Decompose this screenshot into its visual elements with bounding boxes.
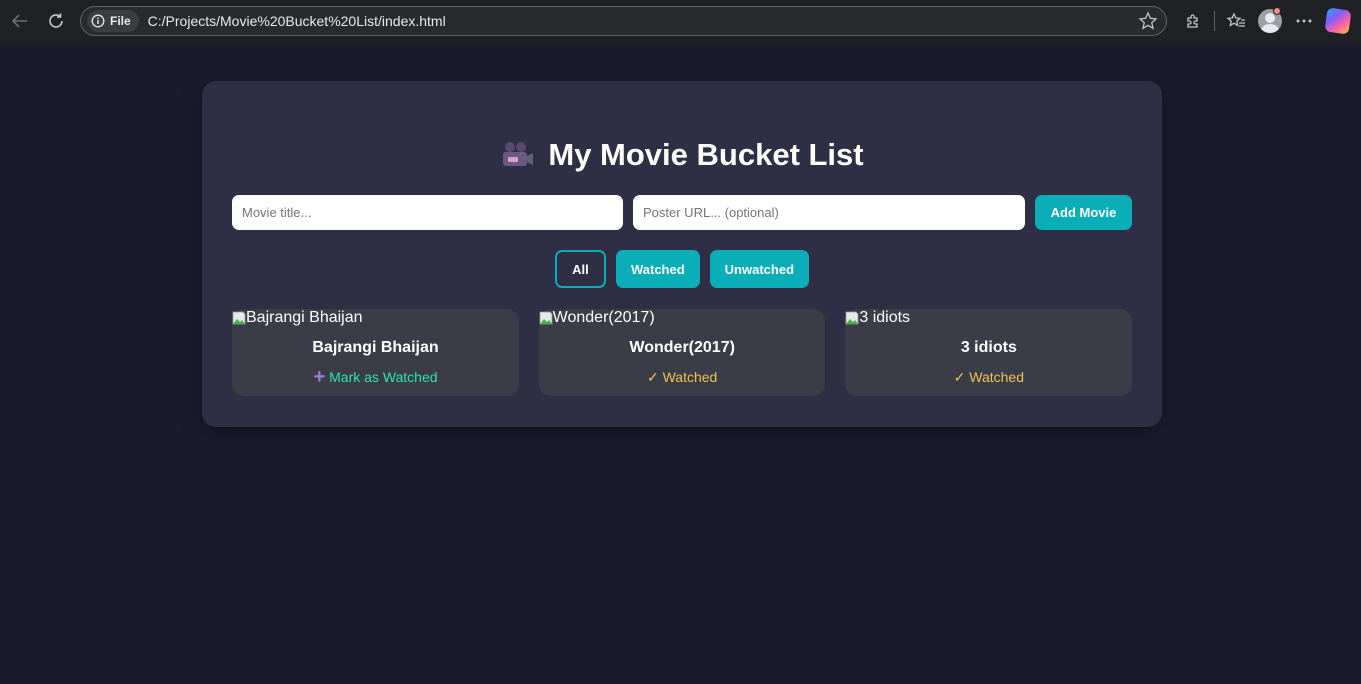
app-container: My Movie Bucket List Add Movie All Watch… — [202, 81, 1162, 427]
back-arrow-icon — [11, 14, 27, 28]
movie-card: Wonder(2017) Wonder(2017) ✓ Watched — [538, 309, 826, 396]
site-info-chip[interactable]: File — [87, 10, 139, 32]
status-label: ✓ Watched — [646, 369, 718, 385]
url-text: C:/Projects/Movie%20Bucket%20List/index.… — [147, 13, 446, 29]
status-label: Mark as Watched — [329, 369, 438, 385]
movie-title: Bajrangi Bhaijan — [312, 339, 439, 356]
mark-watched-button[interactable]: + Mark as Watched — [232, 366, 519, 388]
movie-poster: 3 idiots — [845, 309, 910, 327]
address-bar[interactable]: File C:/Projects/Movie%20Bucket%20List/i… — [80, 6, 1167, 36]
back-button[interactable] — [2, 3, 38, 39]
movie-card: 3 idiots 3 idiots ✓ Watched — [845, 309, 1133, 396]
favorite-star-button[interactable] — [1138, 11, 1158, 36]
movie-card: Bajrangi Bhaijan Bajrangi Bhaijan + Mark… — [232, 309, 519, 396]
favorites-button[interactable] — [1219, 4, 1253, 38]
broken-image-icon — [539, 311, 553, 325]
info-icon — [91, 14, 105, 28]
filter-bar: All Watched Unwatched — [202, 250, 1162, 288]
toolbar-divider — [1214, 11, 1215, 31]
page-title: My Movie Bucket List — [548, 137, 864, 172]
header: My Movie Bucket List — [202, 137, 1162, 173]
movie-title-input[interactable] — [232, 195, 623, 230]
filter-all-button[interactable]: All — [554, 250, 606, 288]
site-chip-label: File — [110, 14, 131, 28]
extensions-button[interactable] — [1176, 4, 1210, 38]
movie-camera-icon — [503, 142, 534, 166]
add-movie-button[interactable]: Add Movie — [1035, 195, 1132, 230]
favorites-list-icon — [1226, 12, 1245, 27]
broken-image-icon — [845, 311, 859, 325]
watched-toggle[interactable]: ✓ Watched — [539, 369, 826, 386]
add-movie-form: Add Movie — [232, 195, 1132, 230]
movie-poster: Bajrangi Bhaijan — [232, 309, 363, 327]
poster-url-input[interactable] — [633, 195, 1025, 230]
star-icon — [1138, 11, 1158, 30]
page-viewport: My Movie Bucket List Add Movie All Watch… — [3, 42, 1358, 684]
broken-image-icon — [232, 311, 246, 325]
movie-list: Bajrangi Bhaijan Bajrangi Bhaijan + Mark… — [232, 309, 1133, 396]
more-dots-icon — [1296, 19, 1312, 23]
notification-dot — [1273, 7, 1281, 15]
filter-unwatched-button[interactable]: Unwatched — [709, 250, 810, 288]
more-menu-button[interactable] — [1287, 4, 1321, 38]
watched-toggle[interactable]: ✓ Watched — [845, 369, 1132, 386]
copilot-button[interactable] — [1321, 4, 1355, 38]
movie-title: 3 idiots — [960, 339, 1017, 356]
poster-alt-text: Bajrangi Bhaijan — [246, 309, 363, 326]
copilot-icon — [1324, 7, 1352, 35]
movie-title: Wonder(2017) — [629, 339, 735, 356]
plus-icon: + — [313, 366, 326, 388]
movie-poster: Wonder(2017) — [539, 309, 655, 327]
status-label: ✓ Watched — [953, 369, 1025, 385]
reload-icon — [49, 13, 63, 28]
filter-watched-button[interactable]: Watched — [615, 250, 700, 288]
profile-button[interactable] — [1253, 4, 1287, 38]
puzzle-icon — [1187, 14, 1198, 28]
poster-alt-text: Wonder(2017) — [552, 309, 655, 326]
poster-alt-text: 3 idiots — [859, 309, 911, 326]
reload-button[interactable] — [38, 3, 74, 39]
browser-toolbar: File C:/Projects/Movie%20Bucket%20List/i… — [0, 0, 1361, 42]
